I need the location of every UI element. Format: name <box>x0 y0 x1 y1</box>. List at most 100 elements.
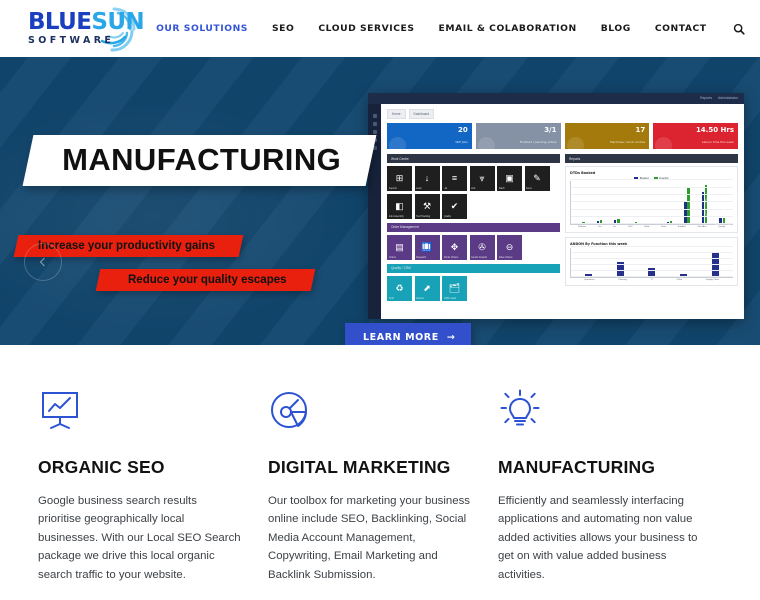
stat-card-labour: 14.50 Hrs Labour time this week <box>653 123 738 149</box>
site-logo[interactable]: BLUESUN SOFTWARE <box>28 7 145 52</box>
sidebar-dot <box>372 130 377 134</box>
tile-caption: Works Orders <box>443 255 459 259</box>
site-header: BLUESUN SOFTWARE OUR SOLUTIONS SEO CLOUD… <box>0 0 760 57</box>
feature-text: Google business search results prioritis… <box>38 495 241 581</box>
stat-label: Machines / work centres <box>610 140 646 144</box>
chart-xtick: Palletise <box>577 226 587 229</box>
tile-unit[interactable]: ⩔ Unit <box>469 166 495 191</box>
dashboard-breadcrumb: Home Dashboard <box>387 109 738 119</box>
chart-xtick: Quality <box>718 226 726 229</box>
logo-wordmark: BLUESUN SOFTWARE <box>28 9 145 47</box>
tile-works-orders[interactable]: ✥ Works Orders <box>442 234 467 260</box>
arrow-down-icon: ↓ <box>424 173 430 183</box>
tile-caption: Quality <box>443 214 451 218</box>
brush-icon: ✎ <box>533 173 541 183</box>
stat-card-orders: 3/1 Finished / pending orders <box>475 123 561 149</box>
tile-orders[interactable]: ▤ Orders <box>387 234 412 260</box>
chart-gridline <box>571 179 733 181</box>
tile-actions[interactable]: ⬈ Actions <box>414 275 440 301</box>
breadcrumb-home: Home <box>387 109 406 119</box>
tile-grid-dark: ⊞ Reports ↓ Load ≡ List ⩔ Unit ▣ Batch ✎ Items… <box>387 166 560 219</box>
chart-bar <box>684 201 687 225</box>
breadcrumb-dashboard: Dashboard <box>408 109 435 119</box>
logo-text-blue: BLUE <box>28 9 92 36</box>
presentation-chart-icon <box>38 389 242 437</box>
batch-icon: ▣ <box>505 173 514 183</box>
dashboard-user-admin: Administrator <box>718 96 738 100</box>
nav-item-cloud-services[interactable]: CLOUD SERVICES <box>306 17 426 40</box>
chart-xtick: Lin <box>613 226 617 229</box>
slider-next-button[interactable] <box>704 188 742 226</box>
sidebar-dot <box>372 114 377 118</box>
logo-text-sun: SUN <box>91 9 145 36</box>
chart-xtick: Paint <box>661 226 667 229</box>
feature-card-manufacturing: MANUFACTURING Efficiently and seamlessly… <box>498 389 728 600</box>
chevron-left-icon <box>39 257 45 267</box>
tile-crm-leads[interactable]: 🗂 CRM Leads <box>442 275 467 301</box>
tile-batch[interactable]: ▣ Batch <box>497 166 522 191</box>
nav-item-seo[interactable]: SEO <box>260 17 306 40</box>
tile-caption: Tool Tracking <box>416 214 431 218</box>
learn-more-button[interactable]: LEARN MORE → <box>345 323 472 345</box>
tile-caption: CRM Leads <box>443 296 457 300</box>
stat-label: Labour time this week <box>701 140 734 144</box>
tile-caption: Load <box>416 187 422 190</box>
briefcase-icon: 🛄 <box>421 241 433 252</box>
logo-text-software: SOFTWARE <box>28 35 115 47</box>
tile-list[interactable]: ≡ List <box>442 166 467 191</box>
tile-despatch[interactable]: 🛄 Despatch <box>414 234 440 260</box>
chart-xtick: Weld <box>644 226 650 229</box>
chart-gridline <box>571 252 733 254</box>
hero-subtitle-1-text: Increase your productivity gains <box>38 240 216 252</box>
features-section: ORGANIC SEO Google business search resul… <box>0 345 760 600</box>
panel-header-quality-crm: Quality / CRM <box>387 263 560 273</box>
chart-xtick: Supply Chain <box>706 279 720 282</box>
tile-sales-orders[interactable]: ⊖ Sales Orders <box>497 234 522 260</box>
chevron-right-icon <box>720 202 727 212</box>
unit-icon: ⩔ <box>479 173 485 183</box>
hero-title-text: MANUFACTURING <box>62 142 342 177</box>
dashboard-right-column: Reports DTDs Booked Booked Quantity Pall… <box>565 154 738 301</box>
stat-label: WIP Jobs <box>455 140 468 144</box>
tile-grid-teal: ♻ NCR ⬈ Actions 🗂 CRM Leads <box>387 275 560 301</box>
tile-quality[interactable]: ✔ Quality <box>442 193 467 219</box>
tile-tool-tracking[interactable]: ⚒ Tool Tracking <box>414 193 440 219</box>
check-icon: ✔ <box>450 200 459 211</box>
sidebar-dot <box>372 122 377 126</box>
chart-xtick: CNC <box>627 226 633 229</box>
stat-ghost-shape <box>477 137 495 149</box>
nav-item-contact[interactable]: CONTACT <box>643 17 719 40</box>
tile-caption: List <box>443 187 448 190</box>
minus-circle-icon: ⊖ <box>505 241 514 252</box>
feature-title: ORGANIC SEO <box>38 457 165 477</box>
contacts-icon: 🗂 <box>448 282 461 293</box>
tile-ncr[interactable]: ♻ NCR <box>387 275 412 301</box>
nav-item-blog[interactable]: BLOG <box>589 17 643 40</box>
chart-gridline <box>571 276 733 278</box>
tile-items[interactable]: ✎ Items <box>524 166 550 191</box>
tile-caption: Goods Inwards <box>471 255 488 259</box>
slider-prev-button[interactable] <box>24 243 62 281</box>
nav-item-our-solutions[interactable]: OUR SOLUTIONS <box>144 17 260 40</box>
chart-xtick: Cut <box>597 226 602 229</box>
tools-icon: ⚒ <box>422 200 432 211</box>
stat-label: Finished / pending orders <box>519 140 557 144</box>
hero-subtitle-2-text: Reduce your quality escapes <box>128 274 287 286</box>
chart-gridline <box>571 258 733 260</box>
chart-card-andon: ANDON By Function this week Operations Pl… <box>565 237 738 287</box>
chart-gridline <box>571 246 733 248</box>
feature-title: DIGITAL MARKETING <box>268 457 451 477</box>
chart-xtick: IT <box>650 279 653 282</box>
dashboard-left-column: Work Centre ⊞ Reports ↓ Load ≡ List ⩔ Unit ▣… <box>387 154 560 301</box>
nav-item-email-collaboration[interactable]: EMAIL & COLABORATION <box>427 17 589 40</box>
tile-load[interactable]: ↓ Load <box>414 166 440 191</box>
tile-reports[interactable]: ⊞ Reports <box>387 166 412 191</box>
stat-ghost-shape <box>389 137 406 149</box>
tile-sub-assembly[interactable]: ◧ Sub Assembly <box>387 193 412 219</box>
tile-caption: Sales Orders <box>498 255 513 259</box>
stat-ghost-shape <box>566 137 584 149</box>
panel-header-order-management: Order Management <box>387 222 560 232</box>
stat-card-machines: 17 Machines / work centres <box>564 123 650 149</box>
search-button[interactable] <box>719 17 753 41</box>
tile-goods-inwards[interactable]: ✇ Goods Inwards <box>469 234 495 260</box>
